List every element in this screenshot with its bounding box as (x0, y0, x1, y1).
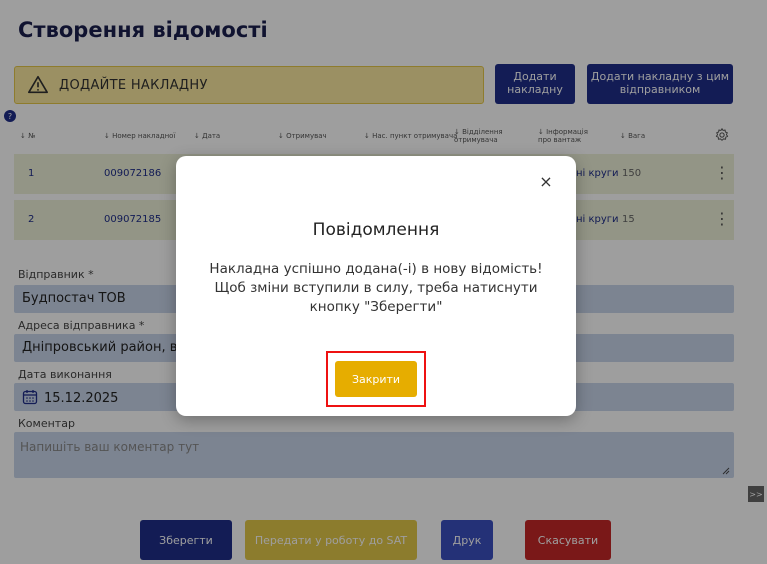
highlight-frame: Закрити (326, 351, 426, 407)
notification-dialog: × Повідомлення Накладна успішно додана(-… (176, 156, 576, 416)
dialog-message-line: Накладна успішно додана(-і) в нову відом… (209, 261, 543, 277)
dialog-title: Повідомлення (312, 220, 440, 240)
close-dialog-button[interactable]: Закрити (335, 361, 417, 397)
dialog-message-line: кнопку "Зберегти" (309, 299, 443, 315)
close-icon[interactable]: × (538, 174, 554, 190)
dialog-message: Накладна успішно додана(-і) в нову відом… (176, 260, 576, 317)
dialog-message-line: Щоб зміни вступили в силу, треба натисну… (214, 280, 538, 296)
